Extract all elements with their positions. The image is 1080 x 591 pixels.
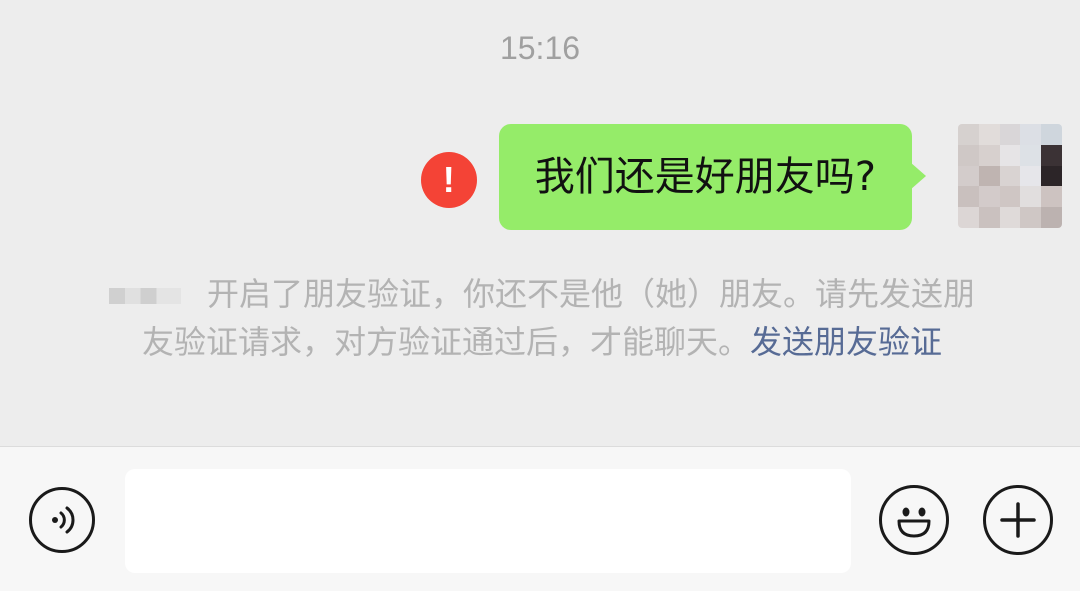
masked-contact-name: [108, 288, 181, 304]
exclamation-error-icon[interactable]: !: [420, 152, 477, 208]
emoji-icon[interactable]: [879, 485, 949, 555]
send-verification-link[interactable]: 发送朋友验证: [750, 323, 942, 361]
message-input[interactable]: [125, 469, 851, 573]
plus-icon[interactable]: [983, 485, 1053, 555]
input-bar: [0, 446, 1080, 591]
friend-verification-notice: 开启了朋友验证，你还不是他（她）朋友。请先发送朋友验证请求，对方验证通过后，才能…: [96, 270, 988, 366]
message-timestamp: 15:16: [499, 30, 581, 66]
message-bubble[interactable]: 我们还是好朋友吗?: [498, 124, 927, 230]
chat-area: 15:16 ! 我们还是好朋友吗? 开启了朋友验证，你还不是他（她）朋友。请先发…: [0, 0, 1080, 446]
voice-icon[interactable]: [29, 487, 95, 553]
avatar[interactable]: [958, 124, 1062, 228]
outgoing-message-row: ! 我们还是好朋友吗?: [420, 124, 1062, 234]
